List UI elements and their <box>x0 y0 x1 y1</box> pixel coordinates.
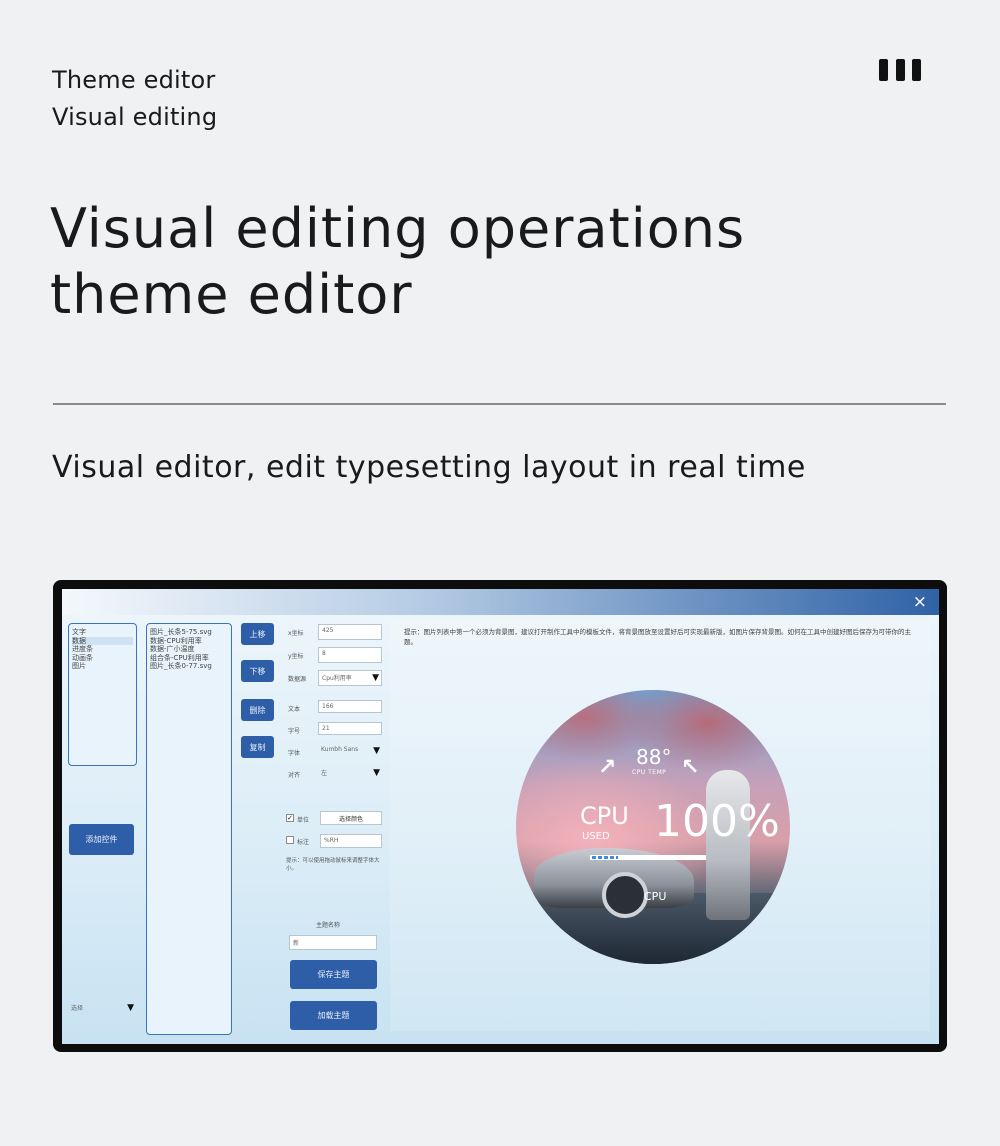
text-field[interactable]: 166 <box>318 700 382 713</box>
data-source-value: Cpu利用率 <box>322 675 352 682</box>
delete-button[interactable]: 删除 <box>241 699 274 721</box>
menu-bar <box>912 59 921 81</box>
theme-editor-window: × 文字 数据 进度条 动画条 图片 添加控件 选择 ▼ 图片_长条5-75.s… <box>62 589 939 1044</box>
unit-label: 单位 <box>297 817 310 824</box>
chevron-down-icon: ▼ <box>373 768 380 778</box>
suffix-field[interactable]: %RH <box>320 834 382 848</box>
subline: Visual editor, edit typesetting layout i… <box>52 450 806 485</box>
list-item[interactable]: 动画条 <box>72 654 133 663</box>
align-value: 左 <box>321 770 328 777</box>
x-label: x坐标 <box>288 630 304 637</box>
language-select-value: 选择 <box>71 1005 84 1012</box>
font-label: 字体 <box>288 750 301 757</box>
chevron-down-icon: ▼ <box>127 1003 134 1013</box>
eyebrow-line-1: Theme editor <box>52 66 216 94</box>
list-item[interactable]: 文字 <box>72 628 133 637</box>
category-list[interactable]: 文字 数据 进度条 动画条 图片 <box>68 623 137 766</box>
temperature-value: 88° <box>636 745 672 769</box>
close-icon[interactable]: × <box>913 592 927 612</box>
layer-list[interactable]: 图片_长条5-75.svg 数据-CPU利用率 数据-广小温度 组合条-CPU利… <box>146 623 232 1035</box>
y-field[interactable]: 8 <box>318 647 382 663</box>
monitor-frame: × 文字 数据 进度条 动画条 图片 添加控件 选择 ▼ 图片_长条5-75.s… <box>53 580 947 1052</box>
language-select[interactable]: 选择 ▼ <box>68 1001 136 1015</box>
car-wheel <box>602 872 648 918</box>
expand-arrow-icon: ↖ <box>681 755 700 780</box>
suffix-label: 标注 <box>297 839 310 846</box>
data-source-label: 数据源 <box>288 676 307 683</box>
menu-bar <box>895 59 905 81</box>
add-control-button[interactable]: 添加控件 <box>69 824 134 855</box>
notice-text: 提示：图片列表中第一个必须为背景图，建议打开制作工具中的模板文件，将背景图放至设… <box>404 628 911 646</box>
load-theme-button[interactable]: 加载主题 <box>290 1001 377 1030</box>
titlebar: × <box>62 589 939 615</box>
menu-bar <box>879 59 888 81</box>
list-item[interactable]: 图片_长条5-75.svg <box>150 628 228 637</box>
used-label: USED <box>582 831 610 842</box>
data-source-select[interactable]: Cpu利用率 ▼ <box>318 670 382 686</box>
divider <box>53 403 946 405</box>
font-size-label: 字号 <box>288 728 301 735</box>
list-item[interactable]: 数据-CPU利用率 <box>150 637 228 646</box>
text-label: 文本 <box>288 706 301 713</box>
expand-arrow-icon: ↗ <box>598 755 617 780</box>
save-theme-button[interactable]: 保存主题 <box>290 960 377 989</box>
unit-checkbox[interactable]: ✓ <box>286 814 294 822</box>
list-item[interactable]: 进度条 <box>72 645 133 654</box>
copy-button[interactable]: 复制 <box>241 736 274 758</box>
x-field[interactable]: 425 <box>318 624 382 640</box>
theme-name-field[interactable]: 新 <box>289 935 377 950</box>
list-item[interactable]: 组合条-CPU利用率 <box>150 654 228 663</box>
preview-dial[interactable]: ↗ ↖ 88° CPU TEMP CPU USED 100% CPU <box>516 690 790 964</box>
cpu-small-label: CPU <box>644 890 667 903</box>
temperature-label: CPU TEMP <box>632 769 667 776</box>
theme-name-label: 主题名称 <box>316 922 341 929</box>
chevron-down-icon: ▼ <box>373 746 380 756</box>
chevron-down-icon: ▼ <box>372 673 379 683</box>
suffix-checkbox[interactable] <box>286 836 294 844</box>
font-select[interactable]: Kumbh Sans ▼ <box>318 744 382 758</box>
menu-icon[interactable] <box>879 59 921 81</box>
eyebrow-line-2: Visual editing <box>52 103 218 131</box>
eyebrow: Theme editor Visual editing <box>52 62 217 136</box>
align-select[interactable]: 左 ▼ <box>318 766 382 780</box>
y-label: y坐标 <box>288 653 304 660</box>
list-item[interactable]: 图片_长条0-77.svg <box>150 662 228 671</box>
font-size-field[interactable]: 21 <box>318 722 382 735</box>
move-down-button[interactable]: 下移 <box>241 660 274 682</box>
headline-line-2: theme editor <box>50 263 413 326</box>
align-label: 对齐 <box>288 772 301 779</box>
list-item[interactable]: 图片 <box>72 662 133 671</box>
list-item[interactable]: 数据 <box>72 636 133 645</box>
usage-percent: 100% <box>654 796 780 847</box>
list-item[interactable]: 数据-广小温度 <box>150 645 228 654</box>
move-up-button[interactable]: 上移 <box>241 623 274 645</box>
usage-bar-ticks <box>592 856 618 859</box>
headline: Visual editing operations theme editor <box>50 196 745 328</box>
headline-line-1: Visual editing operations <box>50 197 746 260</box>
font-value: Kumbh Sans <box>321 746 359 753</box>
cpu-label: CPU <box>580 802 629 830</box>
choose-color-button[interactable]: 选择颜色 <box>320 811 382 825</box>
tip-text: 提示：可以使用拖动鼠标来调整字体大小。 <box>286 858 380 872</box>
